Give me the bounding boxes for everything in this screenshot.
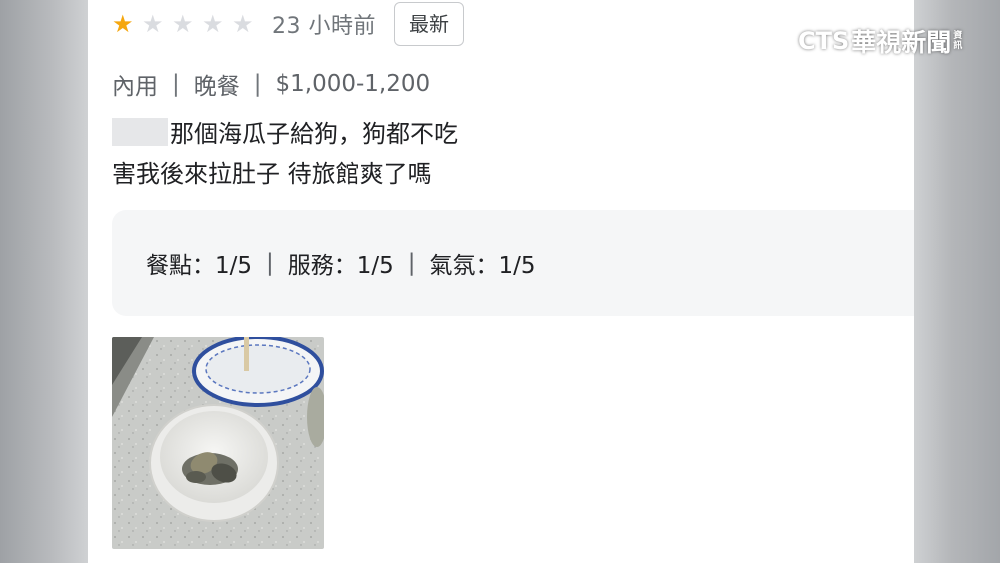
cts-small-bottom: 訊 [953, 41, 963, 51]
meal-type: 晚餐 [193, 74, 240, 100]
review-photo[interactable] [112, 337, 324, 549]
cts-small-text: 資 訊 [953, 31, 962, 51]
star-empty-icon: ★ [142, 10, 164, 38]
review-text: 那個海瓜子給狗，狗都不吃 害我後來拉肚子 待旅館爽了嗎 [112, 114, 812, 194]
blurred-background-left [0, 0, 88, 563]
redacted-mask [112, 118, 168, 146]
atmosphere-rating: 氣氛：1/5 [429, 253, 536, 279]
review-card: ★ ★ ★ ★ ★ 23 小時前 最新 內用 | 晚餐 | $1,000-1,2… [88, 0, 914, 563]
review-time: 23 小時前 [272, 14, 376, 39]
subrating-separator: | [266, 250, 274, 276]
review-meta: 內用 | 晚餐 | $1,000-1,200 [112, 64, 430, 104]
star-empty-icon: ★ [202, 10, 224, 38]
review-line-2: 害我後來拉肚子 待旅館爽了嗎 [112, 160, 432, 188]
subratings-panel: 餐點：1/5 | 服務：1/5 | 氣氛：1/5 [112, 210, 914, 316]
newest-badge-button[interactable]: 最新 [394, 2, 464, 46]
meta-separator: | [172, 71, 180, 97]
cts-small-top: 資 [953, 31, 963, 41]
cts-news-logo: CTS 華視新聞 資 訊 [798, 24, 962, 58]
meta-separator: | [253, 71, 262, 97]
subrating-separator: | [407, 250, 416, 276]
dining-type: 內用 [112, 74, 158, 100]
cts-name-text: 華視新聞 [851, 28, 952, 57]
star-rating: ★ ★ ★ ★ ★ [112, 12, 262, 36]
price-range: $1,000-1,200 [275, 71, 431, 97]
blurred-background-right [912, 0, 1000, 563]
review-line-1: 那個海瓜子給狗，狗都不吃 [112, 114, 812, 154]
rating-row: ★ ★ ★ ★ ★ 23 小時前 最新 [112, 2, 464, 46]
food-rating: 餐點：1/5 [146, 253, 253, 279]
star-empty-icon: ★ [172, 10, 194, 38]
star-filled-icon: ★ [112, 10, 134, 38]
photo-bowl-clams-illustration [112, 337, 324, 549]
cts-brand-text: CTS [798, 27, 850, 55]
star-empty-icon: ★ [232, 10, 254, 38]
review-line-1-text: 那個海瓜子給狗，狗都不吃 [170, 120, 458, 148]
service-rating: 服務：1/5 [287, 253, 394, 279]
